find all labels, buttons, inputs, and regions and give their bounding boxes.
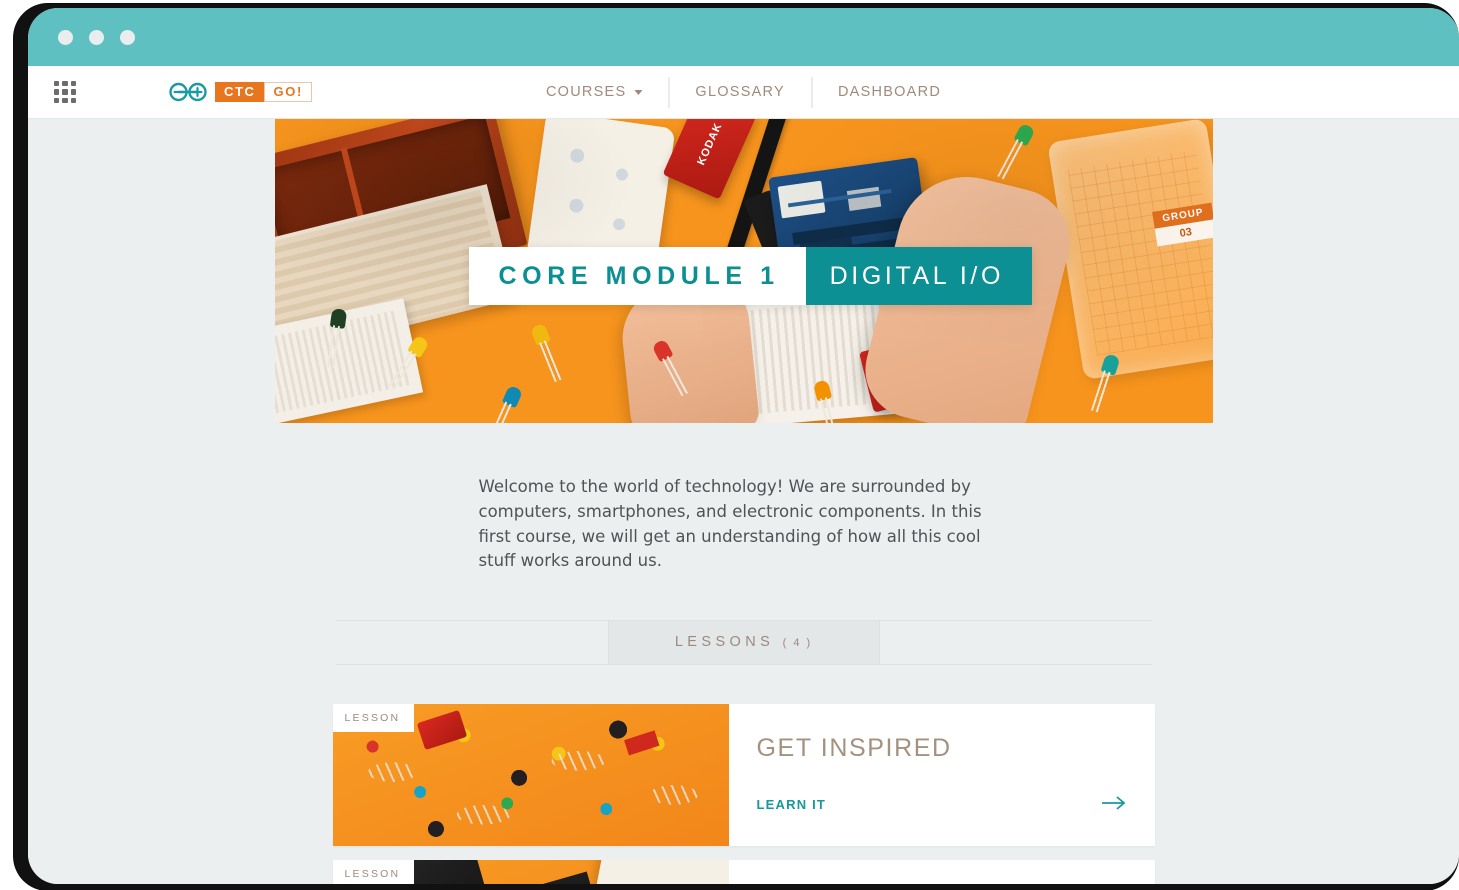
logo-ctc-badge: CTC: [215, 82, 264, 102]
hero-module-label: CORE MODULE 1: [468, 247, 806, 305]
battery-label-top: KODAK: [694, 120, 725, 168]
lesson-list: LESSON GET INSPIRED LEARN IT LESSON: [332, 704, 1155, 884]
content-tabs: LESSONS ( 4 ): [335, 620, 1152, 666]
site-header: CTC GO! COURSES GLOSSARY DASHBOARD: [28, 66, 1459, 119]
nav-item-glossary-label: GLOSSARY: [695, 84, 785, 100]
prop-breadboard-main: [667, 285, 908, 423]
minimize-button[interactable]: [89, 30, 104, 45]
prop-battery-top: KODAK: [662, 119, 757, 200]
lesson-card[interactable]: LESSON ELECTRONICS LEARN IT: [332, 860, 1155, 884]
logo-badges: CTC GO!: [215, 82, 312, 102]
nav-item-glossary[interactable]: GLOSSARY: [668, 76, 811, 108]
nav-item-dashboard-label: DASHBOARD: [837, 84, 942, 100]
prop-component-bag: [1046, 119, 1213, 381]
tab-lessons[interactable]: LESSONS ( 4 ): [607, 621, 880, 665]
prop-led-yellow-1: [406, 334, 430, 359]
maximize-button[interactable]: [120, 30, 135, 45]
close-button[interactable]: [58, 30, 73, 45]
prop-led-orange: [812, 379, 832, 402]
battery-label-bottom: KODAK: [893, 358, 940, 382]
hero-title-block: CORE MODULE 1 DIGITAL I/O: [468, 247, 1032, 305]
prop-led-blue: [501, 384, 523, 409]
prop-led-red: [650, 338, 674, 363]
prop-breadboard-left: [274, 298, 423, 423]
browser-titlebar: [28, 8, 1459, 66]
lesson-body: ELECTRONICS LEARN IT: [729, 860, 1155, 884]
lesson-badge: LESSON: [332, 860, 415, 884]
hero-module-title: DIGITAL I/O: [805, 247, 1032, 305]
lesson-badge: LESSON: [332, 704, 415, 733]
site-logo[interactable]: CTC GO!: [168, 81, 312, 103]
tab-filler-left: [336, 621, 608, 664]
course-hero-banner: KODAK KODAK GROUP 03 CORE MODULE 1 DIGIT…: [274, 119, 1213, 423]
logo-go-badge: GO!: [263, 82, 312, 102]
arduino-infinity-icon: [169, 82, 207, 102]
lesson-thumbnail[interactable]: LESSON: [332, 860, 729, 884]
prop-group-tag: GROUP 03: [1151, 202, 1213, 254]
browser-window: CTC GO! COURSES GLOSSARY DASHBOARD KODAK…: [28, 8, 1459, 884]
prop-led-teal: [1099, 353, 1121, 376]
lesson-thumbnail[interactable]: LESSON: [332, 704, 729, 847]
nav-item-courses[interactable]: COURSES: [520, 77, 668, 108]
window-controls: [58, 30, 135, 45]
nav-item-dashboard[interactable]: DASHBOARD: [810, 76, 967, 108]
lesson-body: GET INSPIRED LEARN IT: [729, 704, 1155, 846]
group-tag-top: GROUP: [1151, 202, 1213, 229]
tab-lessons-count: ( 4 ): [782, 637, 813, 650]
prop-usb-plug: [742, 189, 793, 255]
page-content: KODAK KODAK GROUP 03 CORE MODULE 1 DIGIT…: [28, 119, 1459, 884]
device-frame: CTC GO! COURSES GLOSSARY DASHBOARD KODAK…: [14, 4, 1459, 890]
chevron-down-icon: [634, 89, 643, 95]
course-intro-paragraph: Welcome to the world of technology! We a…: [478, 477, 982, 571]
lesson-title: GET INSPIRED: [756, 734, 952, 763]
prop-led-dark: [329, 308, 347, 329]
group-tag-bottom: 03: [1154, 219, 1213, 247]
course-intro: Welcome to the world of technology! We a…: [275, 475, 1213, 574]
lesson-learn-it-link[interactable]: LEARN IT: [757, 797, 827, 812]
arrow-right-icon[interactable]: [1101, 795, 1127, 816]
prop-led-yellow-2: [529, 322, 551, 347]
nav-item-courses-label: COURSES: [545, 84, 627, 100]
tab-lessons-label: LESSONS: [674, 634, 775, 651]
lesson-card[interactable]: LESSON GET INSPIRED LEARN IT: [332, 704, 1155, 847]
prop-led-green-top: [1012, 122, 1036, 147]
main-navigation: COURSES GLOSSARY DASHBOARD: [520, 76, 967, 108]
apps-grid-icon[interactable]: [54, 81, 76, 103]
tab-filler-right: [880, 621, 1152, 664]
prop-battery-bottom: KODAK: [858, 327, 975, 413]
